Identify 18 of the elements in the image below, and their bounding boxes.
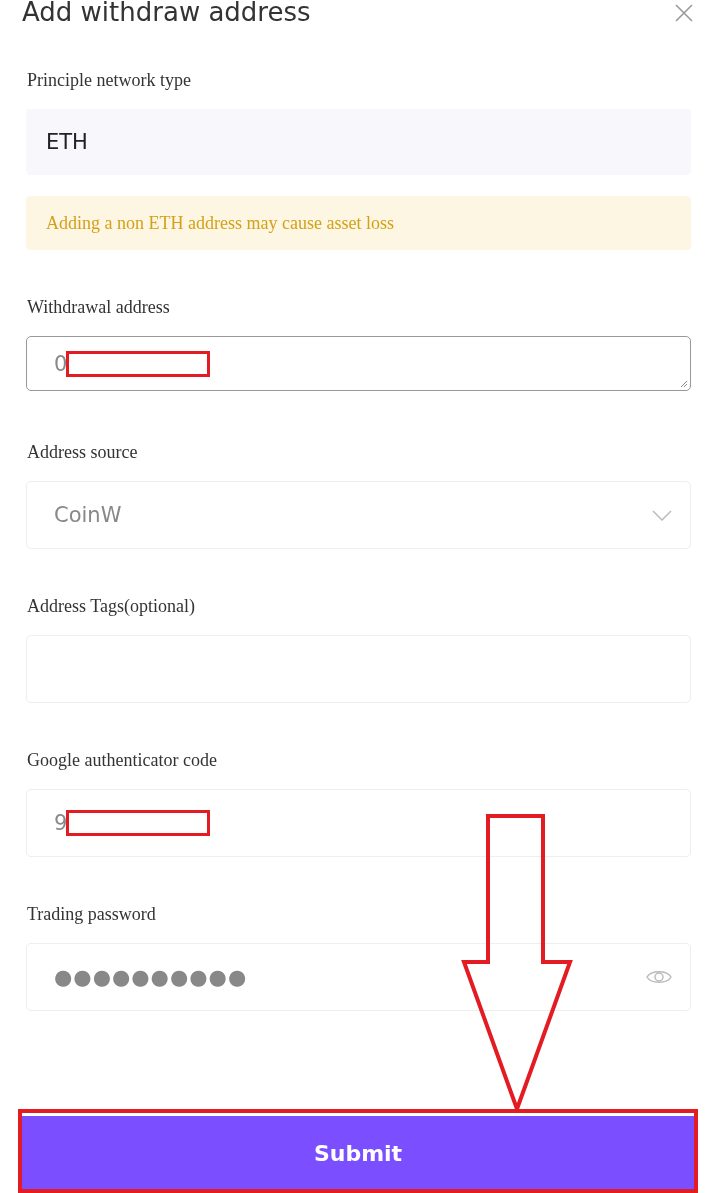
select-field[interactable]: CoinW	[26, 481, 691, 549]
field-label: Address source	[27, 441, 139, 463]
close-icon[interactable]	[675, 4, 693, 22]
field-label: Withdrawal address	[27, 296, 171, 318]
eye-icon[interactable]	[646, 968, 672, 986]
field-label: Address Tags(optional)	[27, 595, 196, 617]
warning-message: Adding a non ETH address may cause asset loss	[26, 196, 691, 250]
resize-grip-icon[interactable]	[680, 380, 688, 388]
password-field[interactable]: ●●●●●●●●●●	[26, 943, 691, 1011]
field-label: Trading password	[27, 903, 157, 925]
field-label: Google authenticator code	[27, 749, 218, 771]
chevron-down-icon	[652, 509, 672, 521]
dialog-title: Add withdraw address	[22, 0, 311, 27]
submit-button[interactable]: Submit	[20, 1116, 696, 1190]
input-field[interactable]: 0	[26, 336, 691, 391]
input-field[interactable]: 9	[26, 789, 691, 857]
field-label: Principle network type	[27, 69, 192, 91]
network-field: ETH	[26, 109, 691, 175]
